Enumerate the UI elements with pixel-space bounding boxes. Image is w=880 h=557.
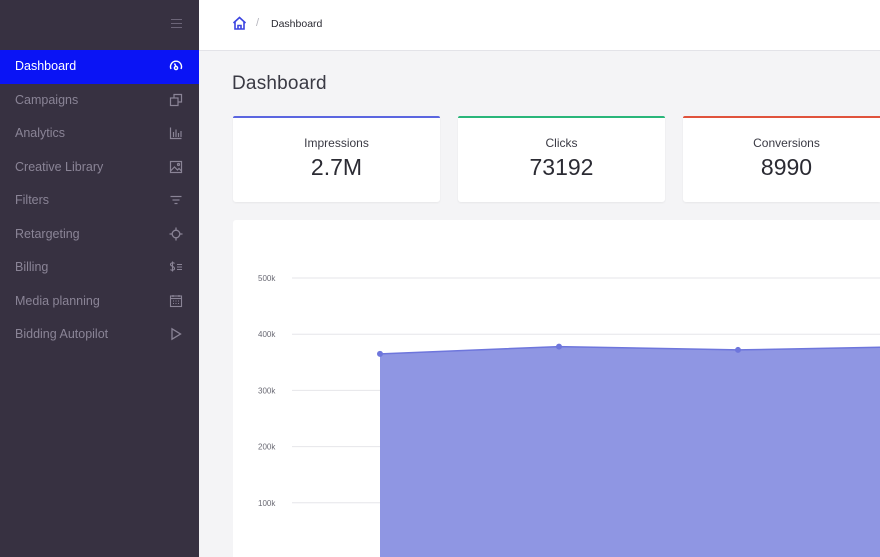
sidebar-item-label: Dashboard <box>15 59 77 73</box>
sidebar-item-dashboard[interactable]: Dashboard <box>0 50 199 84</box>
y-tick-label: 100k <box>258 499 276 508</box>
card-accent-bar <box>233 116 440 118</box>
breadcrumb-current: Dashboard <box>271 18 323 30</box>
stat-card-impressions: Impressions 2.7M <box>233 116 440 202</box>
sidebar-item-label: Creative Library <box>15 159 104 174</box>
sidebar-item-label: Campaigns <box>15 92 79 107</box>
stat-card-clicks: Clicks 73192 <box>458 116 665 202</box>
sidebar-item-filters[interactable]: Filters <box>0 184 199 218</box>
filter-icon <box>169 193 185 209</box>
sidebar-nav: Dashboard Campaigns Analytics Creative L… <box>0 50 199 352</box>
page-title: Dashboard <box>232 73 327 94</box>
copy-icon <box>169 93 185 109</box>
stat-card-conversions: Conversions 8990 <box>683 116 880 202</box>
crosshair-icon <box>169 227 185 243</box>
stat-value: 73192 <box>529 154 594 180</box>
play-icon <box>169 327 185 343</box>
data-point[interactable] <box>556 343 562 350</box>
y-tick-label: 200k <box>258 443 276 452</box>
sidebar-item-retargeting[interactable]: Retargeting <box>0 218 199 252</box>
chart-panel: 500k 400k 300k 200k 100k <box>233 220 880 557</box>
dollar-list-icon <box>169 260 185 276</box>
sidebar-item-campaigns[interactable]: Campaigns <box>0 84 199 118</box>
breadcrumb-separator: / <box>256 17 260 29</box>
top-header: / Dashboard <box>199 0 880 51</box>
sidebar-item-analytics[interactable]: Analytics <box>0 117 199 151</box>
sidebar-item-label: Analytics <box>15 126 66 140</box>
calendar-icon <box>169 294 185 310</box>
sidebar-item-label: Filters <box>15 193 50 207</box>
data-point[interactable] <box>377 350 383 357</box>
stat-value: 8990 <box>760 154 813 180</box>
sidebar-item-label: Billing <box>15 260 49 274</box>
card-accent-bar <box>683 116 880 118</box>
hamburger-menu-icon[interactable] <box>171 19 182 29</box>
stat-title: Impressions <box>304 136 369 150</box>
y-tick-label: 400k <box>258 330 276 339</box>
gauge-icon <box>169 59 185 75</box>
area-fill <box>380 346 880 557</box>
sidebar: Dashboard Campaigns Analytics Creative L… <box>0 0 199 557</box>
data-point[interactable] <box>735 346 741 353</box>
area-chart: 500k 400k 300k 200k 100k <box>258 274 880 557</box>
sidebar-item-media-planning[interactable]: Media planning <box>0 285 199 319</box>
sidebar-item-billing[interactable]: Billing <box>0 251 199 285</box>
image-icon <box>169 160 185 176</box>
card-accent-bar <box>458 116 665 118</box>
sidebar-item-bidding-autopilot[interactable]: Bidding Autopilot <box>0 318 199 352</box>
sidebar-header <box>0 0 199 50</box>
stat-title: Clicks <box>545 136 578 150</box>
sidebar-item-label: Retargeting <box>15 226 80 241</box>
stat-title: Conversions <box>753 136 820 150</box>
home-icon[interactable] <box>232 16 247 31</box>
sidebar-item-label: Media planning <box>15 293 100 308</box>
sidebar-item-label: Bidding Autopilot <box>15 327 109 341</box>
y-tick-label: 300k <box>258 386 276 395</box>
y-tick-label: 500k <box>258 274 276 283</box>
bar-chart-icon <box>169 126 185 142</box>
sidebar-item-creative-library[interactable]: Creative Library <box>0 151 199 185</box>
stat-value: 2.7M <box>310 154 363 180</box>
